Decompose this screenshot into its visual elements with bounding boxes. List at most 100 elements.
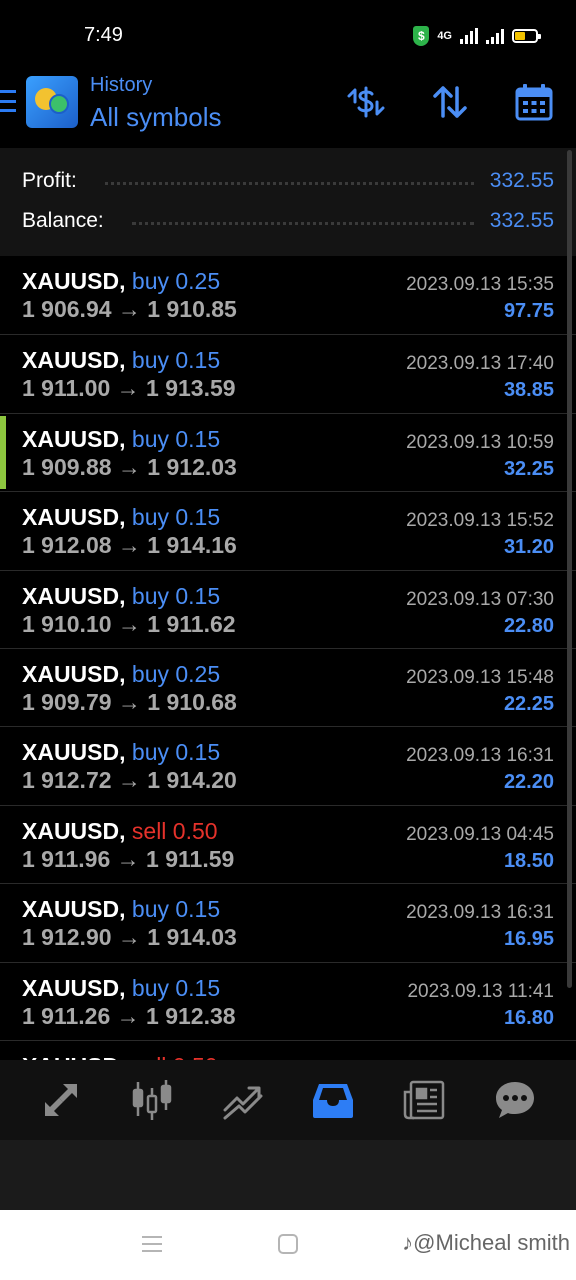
- profit-value: 332.55: [489, 169, 554, 192]
- deal-time: 2023.09.13 07:30: [406, 588, 554, 610]
- dotted-leader: [104, 181, 474, 185]
- deal-symbol-name: XAUUSD,: [22, 739, 126, 766]
- deal-action: buy 0.25: [131, 268, 221, 294]
- home-button-icon[interactable]: [278, 1234, 298, 1254]
- deal-symbol-name: XAUUSD,: [22, 974, 126, 1001]
- summary-panel: Profit: 332.55 Balance: 332.55: [0, 148, 576, 256]
- app-logo[interactable]: [26, 76, 78, 128]
- newspaper-icon: [403, 1080, 445, 1120]
- deal-prices: 1 912.72 → 1 914.20: [22, 767, 237, 794]
- deal-row[interactable]: XAUUSD, buy 0.25 1 906.94 → 1 910.85 2023.…: [0, 256, 576, 334]
- deal-profit: 22.25: [503, 692, 554, 715]
- deal-row[interactable]: XAUUSD, sell 0.502023.09.13 04:45: [0, 1039, 576, 1060]
- nav-news[interactable]: [394, 1070, 454, 1130]
- chat-bubble-icon: [495, 1082, 534, 1118]
- nav-trade[interactable]: [213, 1070, 273, 1130]
- nav-messages[interactable]: [485, 1070, 545, 1130]
- deal-profit: 38.85: [503, 379, 554, 402]
- deal-symbol-name: XAUUSD,: [22, 268, 126, 294]
- deal-symbol-name: XAUUSD,: [22, 347, 126, 374]
- deal-action: buy 0.25: [131, 660, 221, 687]
- deal-symbol-name: XAUUSD,: [22, 1053, 126, 1060]
- watermark: ♪@Micheal smith: [402, 1230, 570, 1255]
- nav-quotes[interactable]: [31, 1070, 91, 1130]
- recent-apps-icon[interactable]: [142, 1236, 162, 1252]
- deal-action: buy 0.15: [131, 504, 221, 531]
- deal-symbol: XAUUSD, buy 0.15: [22, 896, 220, 923]
- deal-symbol-name: XAUUSD,: [22, 504, 126, 531]
- deal-prices: 1 911.00 → 1 913.59: [22, 375, 236, 402]
- deal-profit: 22.80: [503, 614, 554, 637]
- menu-icon[interactable]: [0, 90, 16, 112]
- signal-strength-icon: [460, 28, 478, 44]
- deal-action: buy 0.15: [131, 425, 221, 452]
- deal-symbol: XAUUSD, buy 0.15: [22, 347, 220, 374]
- deal-symbol-name: XAUUSD,: [22, 425, 126, 452]
- deal-action: buy 0.15: [131, 347, 221, 374]
- deal-time: 2023.09.13 15:35: [406, 274, 554, 295]
- signal-strength-2-icon: [486, 28, 504, 44]
- deal-prices: 1 911.26 → 1 912.38: [22, 1002, 236, 1029]
- deal-prices: 1 912.08 → 1 914.16: [22, 532, 237, 559]
- dotted-leader: [131, 221, 474, 225]
- deal-prices: 1 906.94 → 1 910.85: [22, 296, 237, 322]
- deal-time: 2023.09.13 10:59: [406, 431, 554, 453]
- deal-profit: 32.25: [503, 457, 554, 480]
- symbol-filter-title[interactable]: All symbols: [90, 102, 221, 133]
- deal-symbol: XAUUSD, buy 0.25: [22, 661, 220, 688]
- deal-symbol: XAUUSD, buy 0.15: [22, 426, 220, 453]
- deal-symbol: XAUUSD, sell 0.50: [22, 1053, 218, 1060]
- trade-trend-icon: [223, 1086, 263, 1120]
- deal-profit: 16.95: [503, 928, 554, 951]
- deal-row[interactable]: XAUUSD, buy 0.15 1 910.10 → 1 911.62 2023.…: [0, 569, 576, 648]
- deal-row[interactable]: XAUUSD, buy 0.15 1 912.08 → 1 914.16 2023.…: [0, 491, 576, 569]
- deal-action: sell 0.50: [131, 817, 218, 844]
- system-navigation-bar: ♪@Micheal smith: [0, 1210, 576, 1280]
- deal-row[interactable]: XAUUSD, buy 0.15 1 909.88 → 1 912.03 2023.…: [0, 412, 576, 491]
- deal-row[interactable]: XAUUSD, buy 0.25 1 909.79 → 1 910.68 2023.…: [0, 647, 576, 726]
- deal-action: sell 0.50: [132, 1053, 218, 1060]
- deal-profit: 31.20: [503, 536, 554, 559]
- deal-profit: 16.80: [503, 1006, 554, 1029]
- deal-profit: 97.75: [503, 300, 554, 322]
- calendar-icon[interactable]: [514, 82, 554, 122]
- deal-row[interactable]: XAUUSD, buy 0.15 1 912.90 → 1 914.03 2023.…: [0, 883, 576, 961]
- deal-symbol: XAUUSD, buy 0.15: [22, 583, 220, 610]
- deal-time: 2023.09.13 17:40: [406, 353, 554, 375]
- bottom-navigation: [0, 1060, 576, 1140]
- deals-list: XAUUSD, buy 0.25 1 906.94 → 1 910.85 2023.…: [0, 256, 576, 1060]
- deal-symbol: XAUUSD, buy 0.15: [22, 504, 220, 531]
- balance-label: Balance:: [22, 209, 104, 232]
- nav-chart[interactable]: [122, 1070, 182, 1130]
- balance-row: Balance: 332.55: [22, 203, 554, 239]
- network-type-label: 4G: [437, 30, 452, 42]
- deal-action: buy 0.15: [131, 582, 221, 609]
- deal-symbol-name: XAUUSD,: [22, 896, 126, 923]
- deal-row[interactable]: XAUUSD, sell 0.50 1 911.96 → 1 911.59 2023…: [0, 804, 576, 883]
- deal-time: 2023.09.13 11:41: [407, 980, 554, 1002]
- deal-profit: 18.50: [503, 849, 554, 872]
- inbox-history-icon: [313, 1084, 354, 1118]
- deal-time: 2023.09.13 16:31: [406, 745, 554, 767]
- balance-value: 332.55: [489, 209, 554, 232]
- scrollbar[interactable]: [567, 150, 572, 988]
- deal-action: buy 0.15: [131, 896, 221, 923]
- nav-history[interactable]: [303, 1070, 363, 1130]
- dollar-exchange-icon[interactable]: [346, 82, 386, 122]
- deal-row[interactable]: XAUUSD, buy 0.15 1 911.00 → 1 913.59 2023.…: [0, 334, 576, 412]
- header-subtitle: History: [90, 74, 153, 96]
- profit-label: Profit:: [22, 169, 77, 192]
- deal-time: 2023.09.13 04:45: [406, 823, 554, 845]
- sort-arrows-icon[interactable]: [430, 82, 470, 122]
- deal-time: 2023.09.13 15:52: [406, 510, 554, 532]
- deal-time: 2023.09.13 15:48: [406, 666, 554, 688]
- quotes-arrows-icon: [45, 1084, 78, 1116]
- deal-symbol: XAUUSD, buy 0.15: [22, 975, 220, 1002]
- app-header: History All symbols: [0, 62, 576, 148]
- security-shield-icon: $: [413, 26, 430, 46]
- deal-symbol: XAUUSD, buy 0.25: [22, 268, 220, 295]
- deal-symbol: XAUUSD, buy 0.15: [22, 739, 220, 766]
- deal-row[interactable]: XAUUSD, buy 0.15 1 911.26 → 1 912.38 2023.…: [0, 961, 576, 1040]
- deal-prices: 1 909.79 → 1 910.68: [22, 688, 237, 715]
- deal-row[interactable]: XAUUSD, buy 0.15 1 912.72 → 1 914.20 2023.…: [0, 726, 576, 804]
